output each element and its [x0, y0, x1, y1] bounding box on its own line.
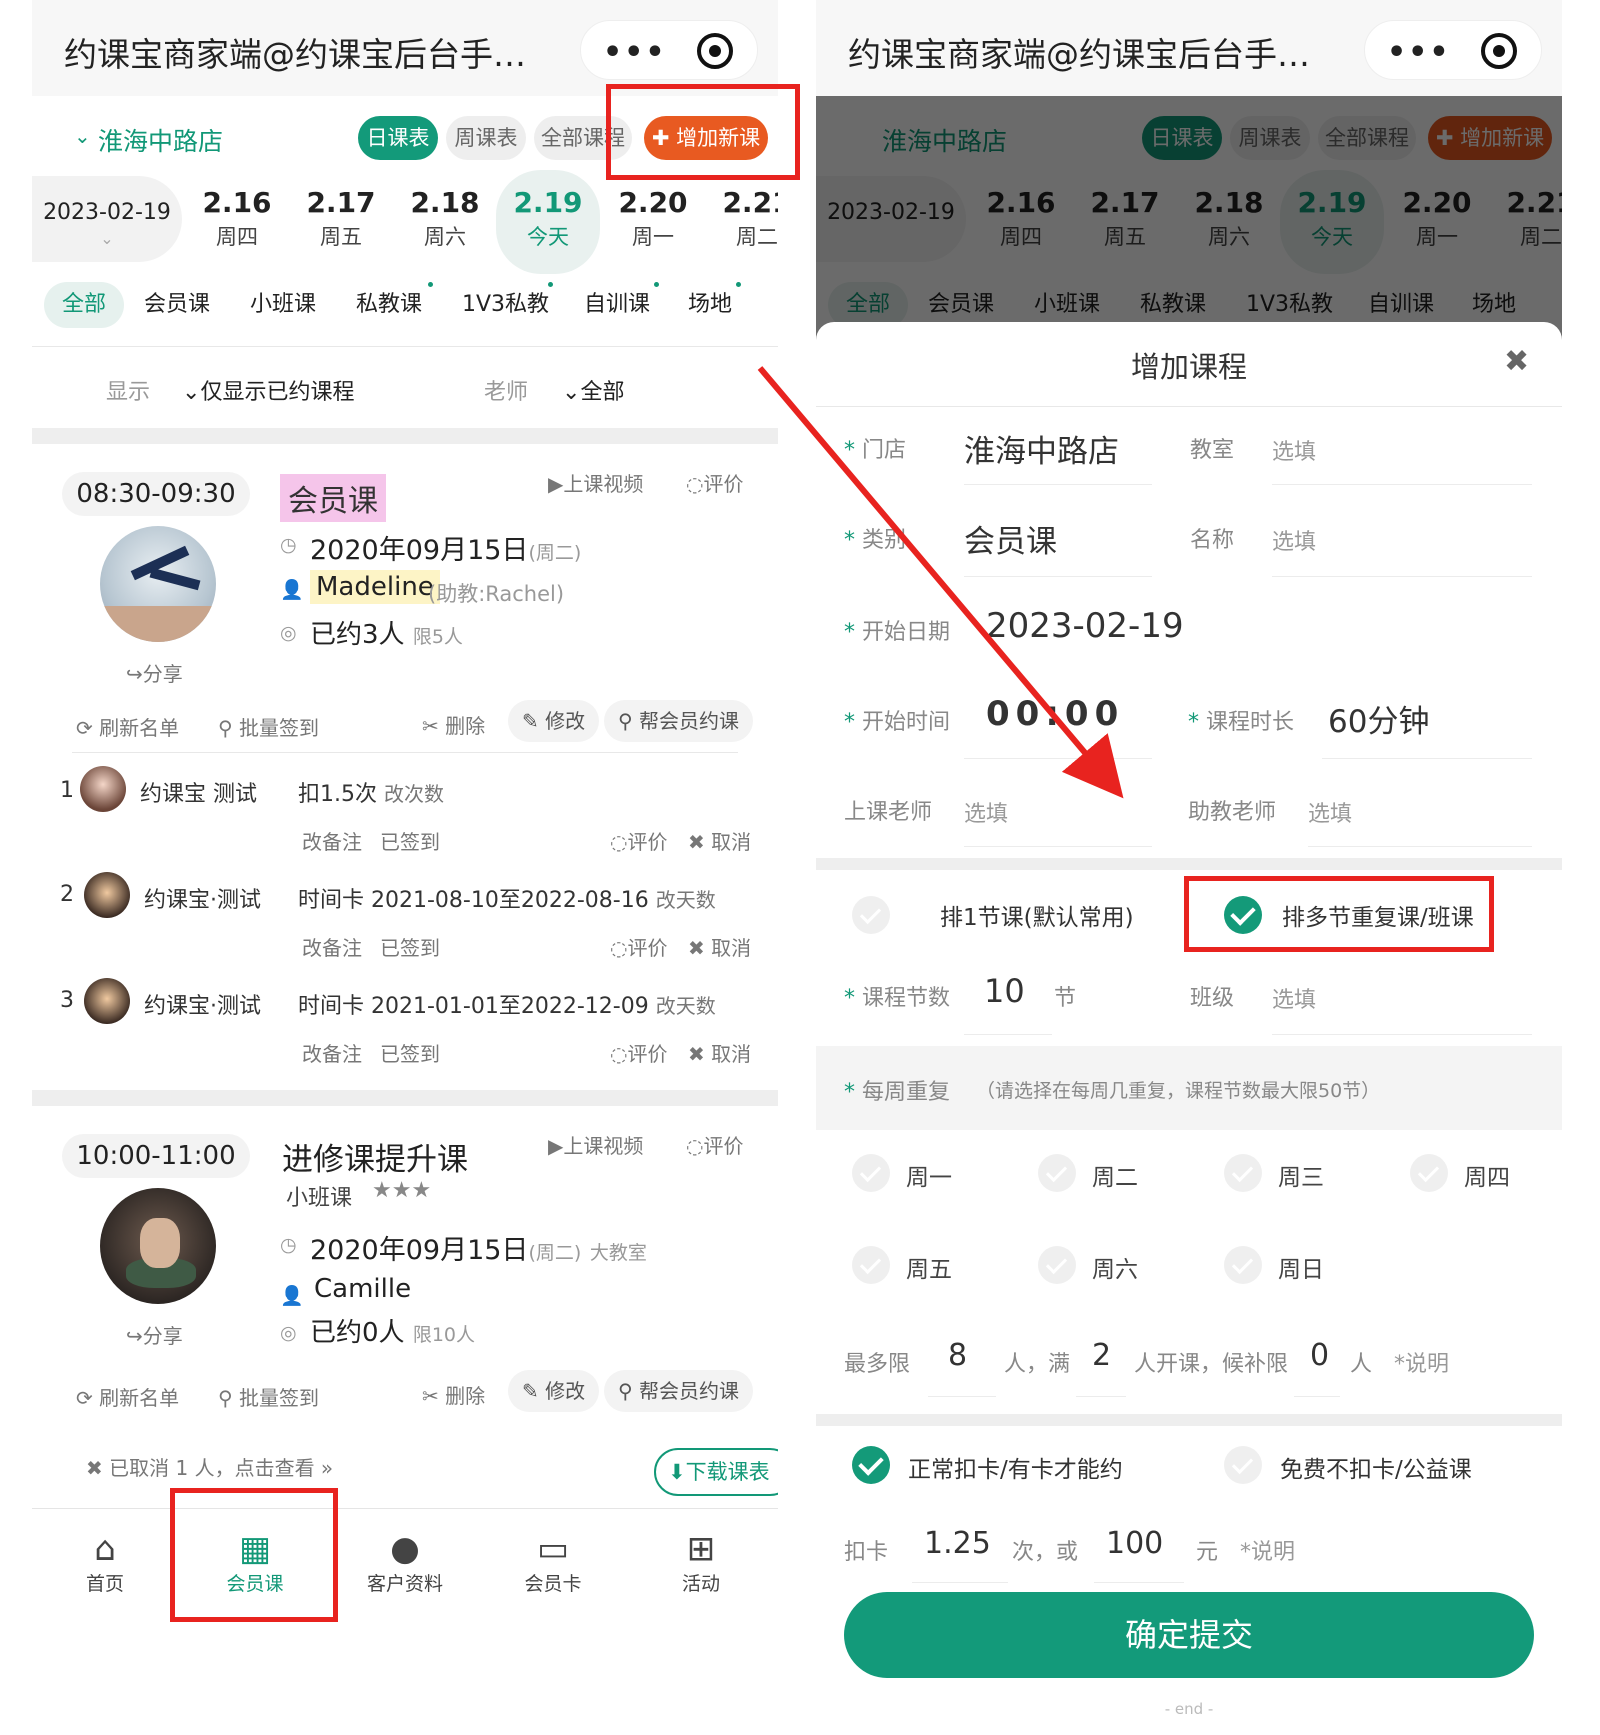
annotation-arrow — [757, 366, 1124, 799]
